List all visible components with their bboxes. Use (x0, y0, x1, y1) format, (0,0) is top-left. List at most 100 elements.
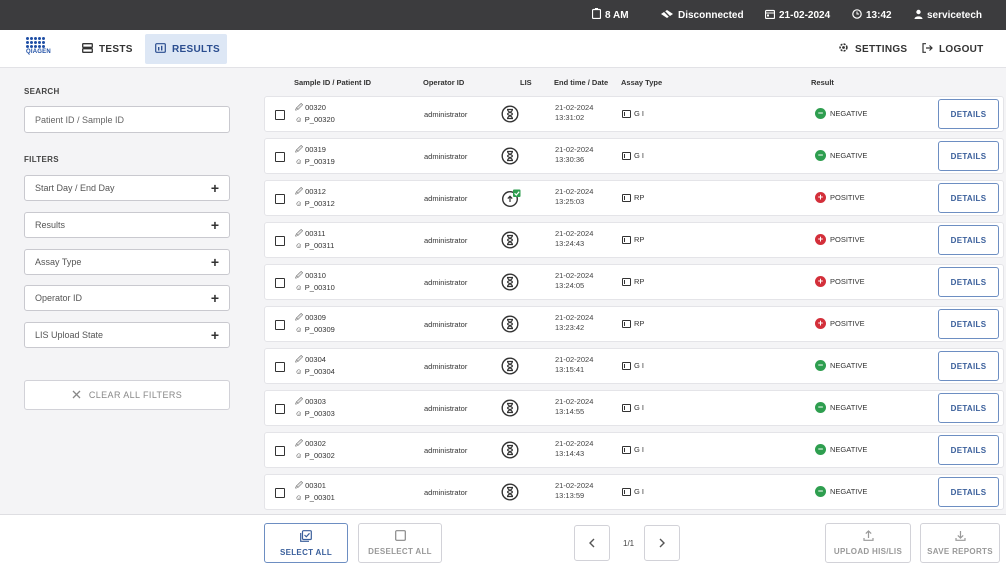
sample-id: 00301 (305, 481, 326, 490)
user-label: servicetech (927, 9, 983, 21)
result-cell: − NEGATIVE (815, 444, 867, 455)
logout-icon (922, 42, 933, 56)
row-checkbox[interactable] (275, 488, 285, 498)
hourglass-icon (501, 273, 519, 293)
result-cell: − NEGATIVE (815, 486, 867, 497)
details-button[interactable]: DETAILS (938, 309, 999, 339)
assay-icon (622, 277, 631, 286)
row-checkbox[interactable] (275, 110, 285, 120)
sample-id: 00309 (305, 313, 326, 322)
sample-icon: 🖉 (295, 229, 303, 238)
details-button[interactable]: DETAILS (938, 225, 999, 255)
end-date: 21-02-2024 (555, 313, 594, 322)
calendar-icon (764, 9, 776, 22)
sample-id: 00311 (305, 229, 326, 238)
hourglass-icon (501, 105, 519, 125)
table-row: 🖉 00304 ☺ P_00304 administrator 21-02-2024 1… (264, 348, 1004, 384)
negative-icon: − (815, 360, 826, 371)
header-sample: Sample ID / Patient ID (294, 78, 372, 87)
row-checkbox[interactable] (275, 152, 285, 162)
hourglass-icon (501, 147, 519, 167)
assay-type-cell: G I (622, 109, 644, 118)
details-button[interactable]: DETAILS (938, 435, 999, 465)
result-cell: − NEGATIVE (815, 360, 867, 371)
settings-label: SETTINGS (855, 43, 908, 55)
patient-icon: ☺ (295, 493, 303, 502)
operator-id: administrator (424, 488, 468, 497)
details-button[interactable]: DETAILS (938, 351, 999, 381)
assay-type: RP (634, 277, 645, 286)
sample-icon: 🖉 (295, 187, 303, 196)
table-row: 🖉 00301 ☺ P_00301 administrator 21-02-2024 1… (264, 474, 1004, 510)
patient-id: P_00310 (304, 283, 335, 292)
sample-patient-cell: 🖉 00303 ☺ P_00303 (295, 396, 335, 420)
patient-icon: ☺ (295, 157, 303, 166)
row-checkbox[interactable] (275, 446, 285, 456)
plus-icon: + (210, 327, 219, 343)
details-button[interactable]: DETAILS (938, 183, 999, 213)
details-button[interactable]: DETAILS (938, 141, 999, 171)
deselect-all-button[interactable]: DESELECT ALL (358, 523, 442, 563)
end-time: 13:25:03 (555, 197, 585, 206)
assay-type-cell: RP (622, 193, 644, 202)
details-button[interactable]: DETAILS (938, 393, 999, 423)
row-checkbox[interactable] (275, 404, 285, 414)
filter-results[interactable]: Results + (24, 212, 230, 238)
result-cell: − NEGATIVE (815, 402, 867, 413)
patient-icon: ☺ (295, 199, 303, 208)
save-reports-label: SAVE REPORTS (927, 547, 993, 556)
filter-label: LIS Upload State (35, 330, 104, 340)
user-status[interactable]: servicetech (914, 0, 982, 30)
sample-patient-cell: 🖉 00320 ☺ P_00320 (295, 102, 335, 126)
select-all-button[interactable]: SELECT ALL (264, 523, 348, 563)
logout-button[interactable]: LOGOUT (922, 34, 984, 64)
hourglass-icon (501, 399, 519, 419)
sample-patient-cell: 🖉 00309 ☺ P_00309 (295, 312, 335, 336)
filter-lis-upload-state[interactable]: LIS Upload State + (24, 322, 230, 348)
operator-id: administrator (424, 446, 468, 455)
row-checkbox[interactable] (275, 278, 285, 288)
details-button[interactable]: DETAILS (938, 477, 999, 507)
header-endtime: End time / Date (554, 78, 609, 87)
details-button[interactable]: DETAILS (938, 267, 999, 297)
filter-date-range[interactable]: Start Day / End Day + (24, 175, 230, 201)
patient-id: P_00319 (304, 157, 335, 166)
assay-icon (622, 319, 631, 328)
row-checkbox[interactable] (275, 320, 285, 330)
row-checkbox[interactable] (275, 236, 285, 246)
search-input[interactable]: Patient ID / Sample ID (24, 106, 230, 133)
table-row: 🖉 00309 ☺ P_00309 administrator 21-02-2024 1… (264, 306, 1004, 342)
row-checkbox[interactable] (275, 194, 285, 204)
end-time-cell: 21-02-2024 13:30:36 (555, 145, 593, 165)
filter-assay-type[interactable]: Assay Type + (24, 249, 230, 275)
lis-uploaded-icon (501, 189, 521, 209)
result-label: NEGATIVE (830, 151, 868, 160)
tab-tests[interactable]: TESTS (72, 34, 143, 64)
row-checkbox[interactable] (275, 362, 285, 372)
result-label: NEGATIVE (830, 361, 868, 370)
assay-icon (622, 445, 631, 454)
tab-results[interactable]: RESULTS (145, 34, 227, 64)
patient-icon: ☺ (295, 409, 303, 418)
status-bar: 8 AM Disconnected 21-02-2024 13:42 servi… (0, 0, 1006, 30)
filter-operator-id[interactable]: Operator ID + (24, 285, 230, 311)
upload-his-lis-button[interactable]: UPLOAD HIS/LIS (825, 523, 911, 563)
result-label: POSITIVE (830, 319, 865, 328)
table-row: 🖉 00310 ☺ P_00310 administrator 21-02-2024 1… (264, 264, 1004, 300)
details-button[interactable]: DETAILS (938, 99, 999, 129)
chevron-right-icon (658, 535, 666, 551)
patient-icon: ☺ (295, 451, 303, 460)
end-time: 13:14:43 (555, 449, 585, 458)
result-cell: + POSITIVE (815, 318, 865, 329)
results-icon (155, 42, 166, 56)
assay-type-cell: G I (622, 487, 644, 496)
hourglass-icon (501, 231, 519, 251)
clear-all-filters-button[interactable]: CLEAR ALL FILTERS (24, 380, 230, 410)
next-page-button[interactable] (644, 525, 680, 561)
previous-page-button[interactable] (574, 525, 610, 561)
positive-icon: + (815, 276, 826, 287)
plus-icon: + (210, 290, 219, 306)
sample-patient-cell: 🖉 00312 ☺ P_00312 (295, 186, 335, 210)
settings-button[interactable]: SETTINGS (838, 34, 907, 64)
save-reports-button[interactable]: SAVE REPORTS (920, 523, 1000, 563)
